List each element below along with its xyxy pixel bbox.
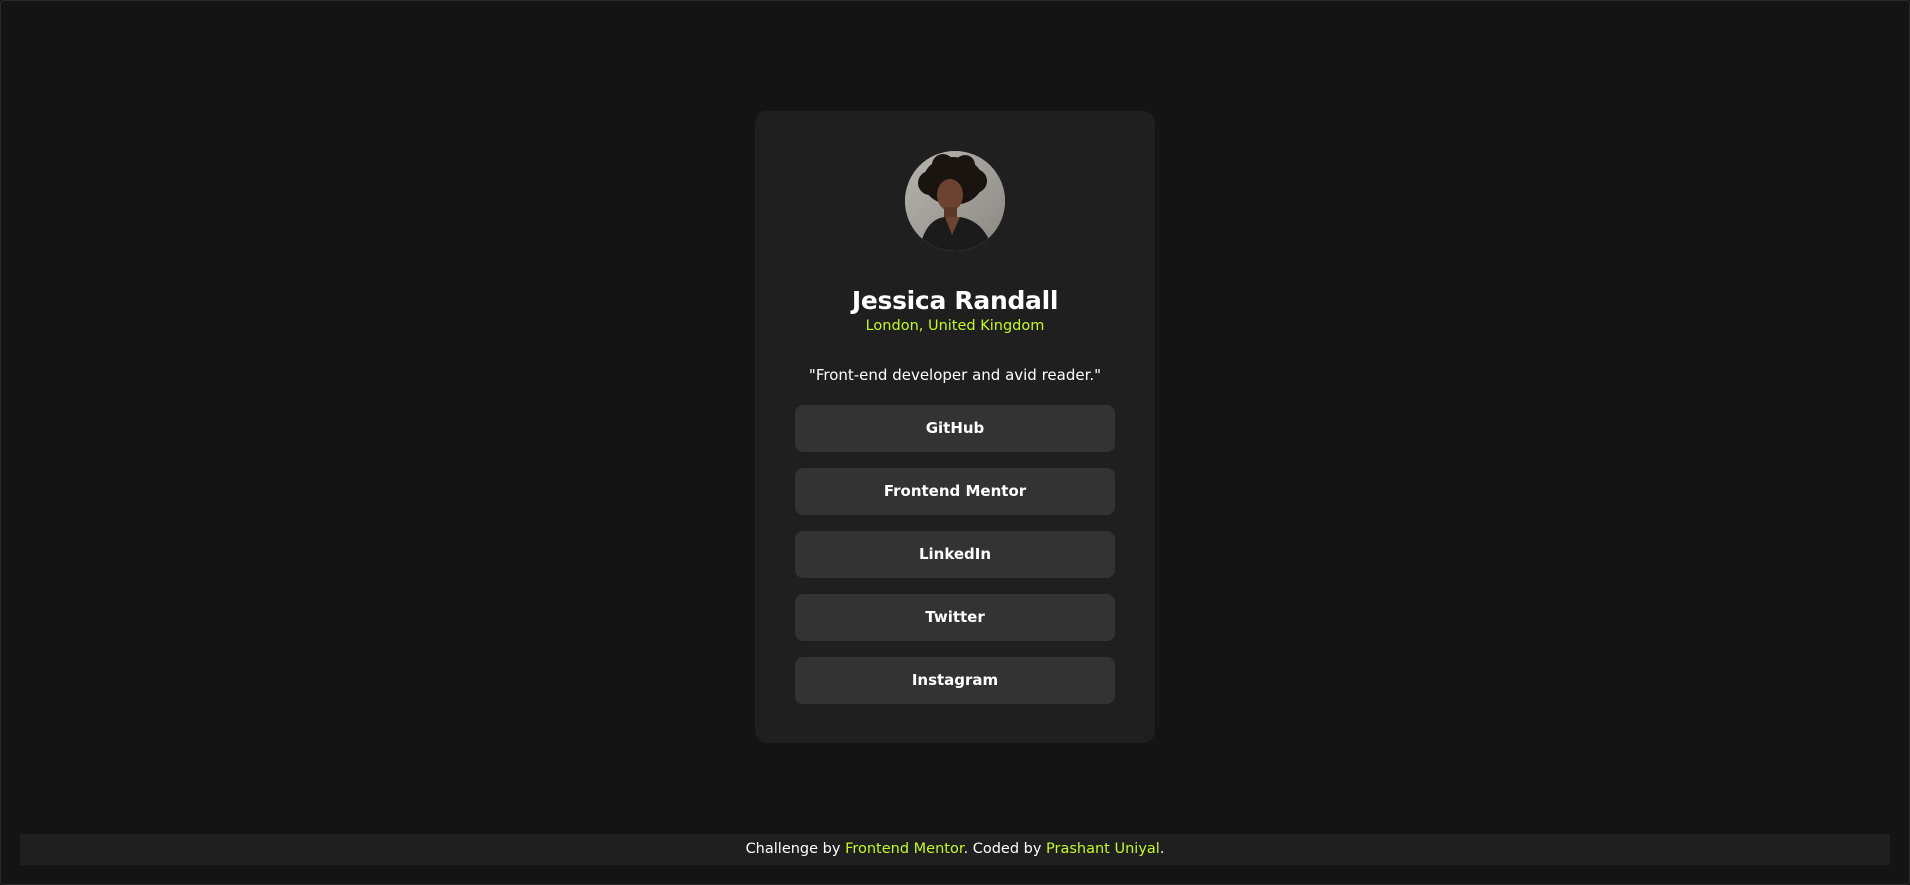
footer-middle-text: . Coded by bbox=[963, 841, 1047, 857]
footer-suffix-text: . bbox=[1159, 841, 1165, 857]
github-link-button[interactable]: GitHub bbox=[795, 405, 1115, 452]
profile-bio: "Front-end developer and avid reader." bbox=[808, 366, 1102, 384]
twitter-link-button[interactable]: Twitter bbox=[795, 594, 1115, 641]
social-links: GitHub Frontend Mentor LinkedIn Twitter … bbox=[795, 405, 1115, 720]
instagram-link-button[interactable]: Instagram bbox=[795, 657, 1115, 704]
frontend-mentor-footer-link[interactable]: Frontend Mentor bbox=[845, 841, 963, 857]
footer-prefix-text: Challenge by bbox=[745, 841, 846, 857]
attribution-footer: Challenge by Frontend Mentor. Coded by P… bbox=[20, 834, 1890, 865]
profile-name: Jessica Randall bbox=[851, 286, 1059, 315]
profile-card: Jessica Randall London, United Kingdom "… bbox=[755, 111, 1155, 743]
author-footer-link[interactable]: Prashant Uniyal bbox=[1046, 841, 1160, 857]
linkedin-link-button[interactable]: LinkedIn bbox=[795, 531, 1115, 578]
profile-location: London, United Kingdom bbox=[865, 318, 1045, 334]
avatar-photo-icon bbox=[905, 151, 1005, 251]
profile-avatar bbox=[905, 151, 1005, 251]
frontend-mentor-link-button[interactable]: Frontend Mentor bbox=[795, 468, 1115, 515]
